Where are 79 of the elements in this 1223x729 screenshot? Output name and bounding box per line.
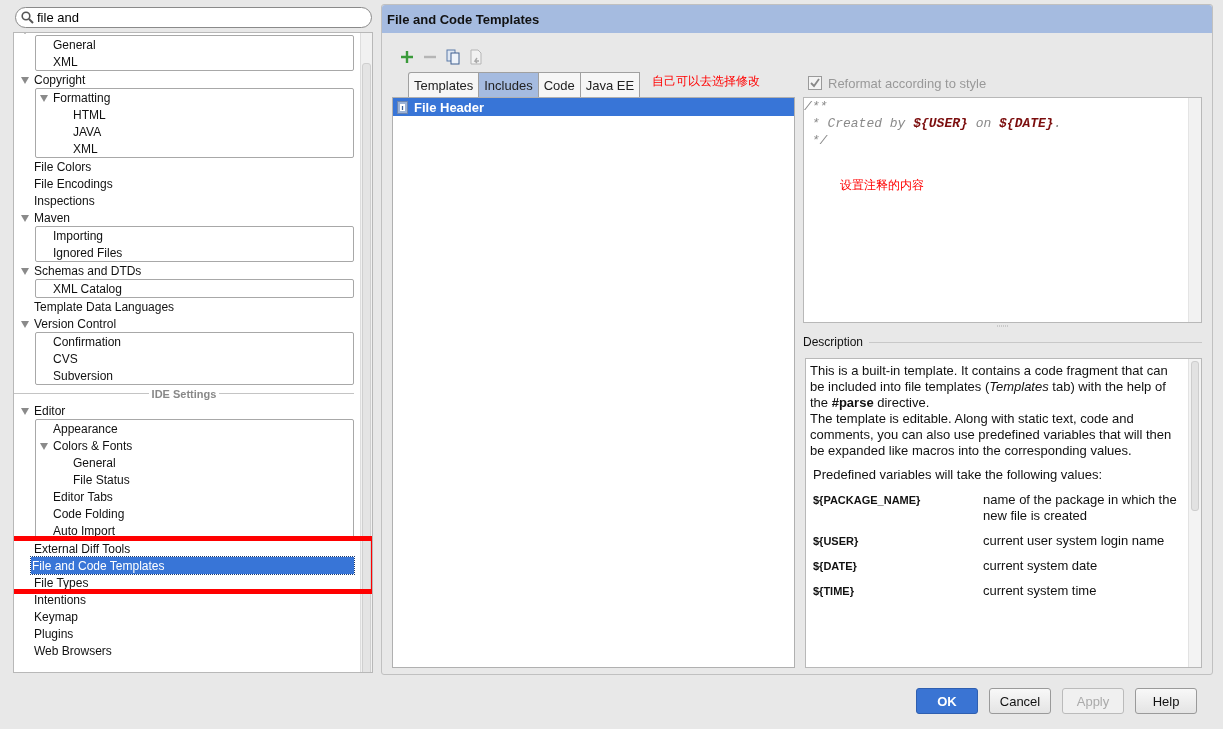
tree-item[interactable]: General: [36, 454, 347, 471]
template-item[interactable]: File Header: [393, 98, 794, 116]
tree-item[interactable]: XML Catalog: [36, 280, 347, 297]
section-label: IDE Settings: [151, 387, 217, 400]
tree-item[interactable]: File Types: [14, 574, 354, 591]
search-field[interactable]: file and: [15, 7, 372, 28]
code-line: */: [810, 133, 829, 150]
tab[interactable]: Code: [538, 72, 581, 97]
variable-description: current system date: [983, 558, 1099, 574]
tree-item[interactable]: XML: [36, 53, 347, 70]
expanded-arrow-icon[interactable]: [39, 440, 49, 451]
tree-item[interactable]: Plugins: [14, 625, 354, 642]
expanded-arrow-icon[interactable]: [39, 92, 49, 103]
tree-item[interactable]: Ignored Files: [36, 244, 347, 261]
variables-intro: Predefined variables will take the following values:: [812, 467, 1104, 483]
add-icon[interactable]: [400, 50, 414, 64]
tree-item[interactable]: Editor: [14, 402, 354, 419]
tree-item[interactable]: Inspections: [14, 192, 354, 209]
tree-item[interactable]: Appearance: [36, 420, 347, 437]
variable-description: name of the package in which the new file is created: [983, 492, 1178, 524]
tree-item[interactable]: Confirmation: [36, 333, 347, 350]
variable-name: ${USER}: [813, 534, 860, 549]
tree-item[interactable]: Subversion: [36, 367, 347, 384]
tab[interactable]: Java EE: [580, 72, 641, 97]
description-text: The template is editable. Along with static text, code and comments, you can also use predefined variables that will then be expanded like macros into the corresponding values.: [810, 411, 1173, 459]
code-line: /**: [804, 99, 829, 116]
tree-item[interactable]: HTML: [36, 106, 347, 123]
tree-item[interactable]: Code Folding: [36, 505, 347, 522]
template-editor[interactable]: /** * Created by ${USER} on ${DATE}. */ 设置注释的内容: [803, 97, 1202, 323]
dialog-button[interactable]: Help: [1135, 688, 1197, 714]
variable-name: ${DATE}: [813, 559, 858, 574]
tree-item[interactable]: CVS: [36, 350, 347, 367]
dialog-button[interactable]: Cancel: [989, 688, 1051, 714]
tree-item[interactable]: Schemas and DTDs: [14, 262, 354, 279]
scrollbar[interactable]: [1188, 359, 1201, 667]
copy-icon[interactable]: [446, 49, 460, 65]
variable-name: ${PACKAGE_NAME}: [813, 493, 922, 508]
expanded-arrow-icon[interactable]: [20, 74, 30, 85]
tree-item[interactable]: Auto Import: [36, 522, 347, 539]
dialog-button[interactable]: OK: [916, 688, 978, 714]
expanded-arrow-icon[interactable]: [20, 212, 30, 223]
variable-description: current system time: [983, 583, 1098, 599]
tree-item[interactable]: Maven: [14, 209, 354, 226]
variable-name: ${TIME}: [813, 584, 855, 599]
splitter-grip-icon[interactable]: [995, 324, 1010, 328]
tree-item[interactable]: Editor Tabs: [36, 488, 347, 505]
tree-item[interactable]: Formatting: [36, 89, 347, 106]
annotation-note: 设置注释的内容: [840, 177, 924, 194]
tree-item[interactable]: General: [36, 36, 347, 53]
variable-description: current user system login name: [983, 533, 1166, 549]
checkmark-icon: [809, 77, 821, 89]
tree-item[interactable]: File Encodings: [14, 175, 354, 192]
tree-item[interactable]: Template Data Languages: [14, 298, 354, 315]
file-icon: [397, 100, 408, 114]
tree-item[interactable]: File and Code Templates: [31, 557, 354, 574]
tree-item[interactable]: File Status: [36, 471, 347, 488]
description-text: This is a built-in template. It contains a code fragment that can be included into file templates (Templates tab) with the help of the #parse directive.: [810, 363, 1169, 411]
expanded-arrow-icon[interactable]: [20, 318, 30, 329]
tree-item[interactable]: Version Control: [14, 315, 354, 332]
tree-item[interactable]: JAVA: [36, 123, 347, 140]
tree-item[interactable]: Copyright: [14, 71, 354, 88]
code-line: * Created by ${USER} on ${DATE}.: [810, 116, 1063, 133]
tab[interactable]: Includes: [479, 72, 539, 97]
tree-item[interactable]: Keymap: [14, 608, 354, 625]
tree-item[interactable]: External Diff Tools: [14, 540, 354, 557]
tree-item[interactable]: Colors & Fonts: [36, 437, 347, 454]
scrollbar[interactable]: [360, 33, 372, 672]
tree-item[interactable]: XML: [36, 140, 347, 157]
annotation-note: 自己可以去选择修改: [652, 73, 761, 90]
search-icon: [21, 11, 34, 24]
tree-item[interactable]: File Colors: [14, 158, 354, 175]
tree-item[interactable]: Intentions: [14, 591, 354, 608]
panel-title: File and Code Templates: [387, 11, 540, 27]
expanded-arrow-icon[interactable]: [20, 265, 30, 276]
tree-item[interactable]: Importing: [36, 227, 347, 244]
description-label: Description: [803, 335, 864, 349]
tree-item[interactable]: Web Browsers: [14, 642, 354, 659]
tab[interactable]: Templates: [408, 72, 480, 97]
expanded-arrow-icon[interactable]: [20, 405, 30, 416]
